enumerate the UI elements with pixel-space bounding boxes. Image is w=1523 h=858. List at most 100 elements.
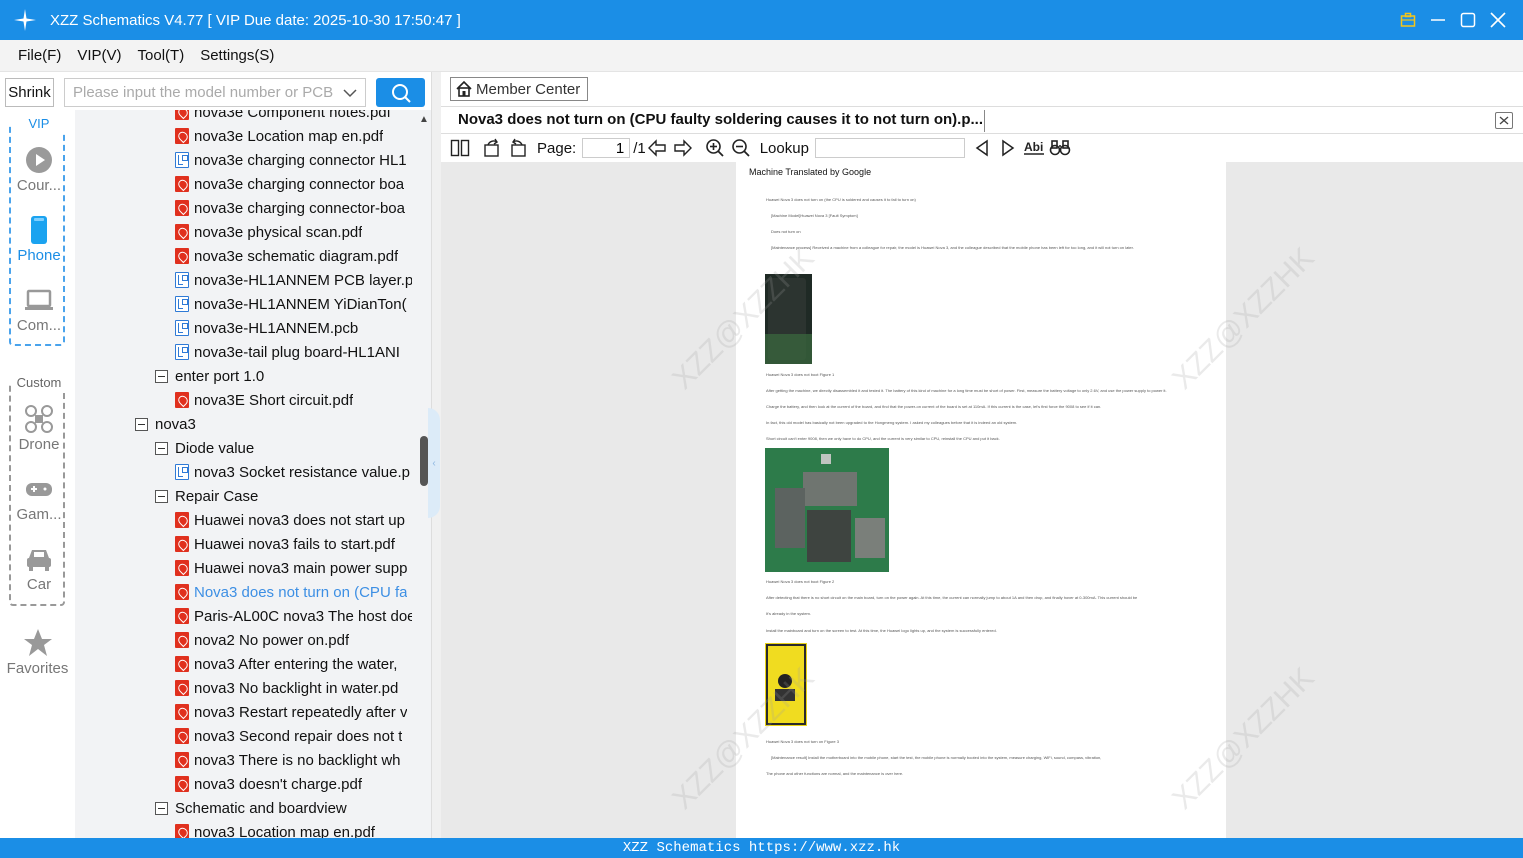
tree-file-item[interactable]: Paris-AL00C nova3 The host doe [175,604,412,628]
tree-file-item[interactable]: nova3e-tail plug board-HL1ANI [175,340,412,364]
tree-file-item[interactable]: nova3e charging connector boa [175,172,412,196]
tree-file-item[interactable]: Huawei nova3 main power supp [175,556,412,580]
tree-file-item[interactable]: nova3E Short circuit.pdf [175,388,412,412]
pdf-file-icon [175,248,189,264]
member-center-button[interactable]: Member Center [450,77,588,101]
scroll-up-icon[interactable]: ▲ [419,114,429,125]
zoom-in-icon[interactable] [704,137,726,159]
vip-category-group: VIP Cour... Phone Com... [9,116,67,346]
custom-category-group: Custom Drone Gam... Car [9,375,67,606]
tree-file-item[interactable]: Huawei nova3 does not start up [175,508,412,532]
pcb-file-icon [175,344,189,360]
tree-file-item[interactable]: nova3e Location map en.pdf [175,124,412,148]
pdf-viewer[interactable]: Machine Translated by Google Huawei Nova… [441,162,1523,838]
model-search-input[interactable] [73,84,335,101]
tree-file-item[interactable]: nova3 Location map en.pdf [175,820,412,838]
tree-file-item[interactable]: nova3 There is no backlight wh [175,748,412,772]
page-text-line: After getting the machine, we directly d… [766,388,1167,393]
zoom-out-icon[interactable] [730,137,752,159]
tree-file-item[interactable]: nova3e schematic diagram.pdf [175,244,412,268]
tree-file-item[interactable]: nova3 Second repair does not t [175,724,412,748]
tree-file-item[interactable]: nova3 Socket resistance value.p [175,460,412,484]
category-phone[interactable]: Phone [11,215,67,264]
maximize-button[interactable] [1453,0,1483,40]
tree-folder-node[interactable]: Schematic and boardview [155,796,412,820]
category-label: Drone [18,436,60,453]
tree-file-item[interactable]: nova3e charging connector HL1 [175,148,412,172]
close-button[interactable] [1483,0,1513,40]
close-document-icon[interactable] [1495,112,1513,129]
collapse-toggle-icon[interactable] [155,441,168,455]
tree-item-label: nova3E Short circuit.pdf [194,391,354,409]
pdf-file-icon [175,584,189,600]
tree-item-label: nova3e-HL1ANNEM.pcb [194,319,359,337]
find-next-icon[interactable] [997,137,1019,159]
collapse-toggle-icon[interactable] [155,489,168,503]
pdf-file-icon [175,224,189,240]
collapse-toggle-icon[interactable] [155,369,168,383]
page-text-line: [Machine Model]Huawei Nova 3 [Fault Symp… [771,213,858,218]
next-page-icon[interactable] [672,137,694,159]
tree-file-item[interactable]: nova2 No power on.pdf [175,628,412,652]
motherboard-photo-image [765,448,889,572]
pdf-file-icon [175,200,189,216]
tree-folder-node[interactable]: nova3 [135,412,412,436]
lookup-input[interactable] [814,138,965,158]
tree-folder-node[interactable]: enter port 1.0 [155,364,412,388]
find-previous-icon[interactable] [971,137,993,159]
menu-tool[interactable]: Tool(T) [130,47,193,64]
binoculars-icon[interactable] [1049,137,1071,159]
category-label: Cour... [16,177,62,194]
previous-page-icon[interactable] [646,137,668,159]
page-text-line: Huawei Nova 3 does not boot Figure 2 [766,579,835,584]
tree-file-item[interactable]: nova3 No backlight in water.pd [175,676,412,700]
rotate-left-icon[interactable] [481,137,503,159]
category-car[interactable]: Car [11,544,67,593]
menu-vip[interactable]: VIP(V) [69,47,129,64]
viewer-toolbar: Page: /1 Lookup Abi [441,134,1523,162]
page-number-input[interactable] [582,138,631,158]
pdf-file-icon [175,680,189,696]
category-course[interactable]: Cour... [11,145,67,194]
menu-settings[interactable]: Settings(S) [192,47,282,64]
document-area: Member Center Nova3 does not turn on (CP… [441,72,1523,838]
category-sidebar: VIP Cour... Phone Com... Custom Drone Ga… [0,110,75,838]
page-text-line: Huawei Nova 3 does not turn on (the CPU … [766,197,916,202]
collapse-toggle-icon[interactable] [135,417,148,431]
tree-item-label: Diode value [175,439,255,457]
collapse-panel-handle[interactable]: ‹ [428,408,440,518]
collapse-toggle-icon[interactable] [155,801,168,815]
pdf-file-icon [175,110,189,120]
tree-file-item[interactable]: nova3e-HL1ANNEM YiDianTon( [175,292,412,316]
category-computer[interactable]: Com... [11,285,67,334]
search-button[interactable] [376,78,425,107]
tree-file-item[interactable]: nova3e charging connector-boa [175,196,412,220]
rotate-right-icon[interactable] [507,137,529,159]
tree-folder-node[interactable]: Diode value [155,436,412,460]
tree-file-item[interactable]: nova3e-HL1ANNEM.pcb [175,316,412,340]
tree-file-item[interactable]: Nova3 does not turn on (CPU fa [175,580,412,604]
model-search-box[interactable] [64,78,366,107]
tree-file-item[interactable]: nova3e physical scan.pdf [175,220,412,244]
shrink-button[interactable]: Shrink [5,78,54,107]
pcb-file-icon [175,152,189,168]
tree-folder-node[interactable]: Repair Case [155,484,412,508]
menu-file[interactable]: File(F) [10,47,69,64]
match-case-icon[interactable]: Abi [1023,137,1045,159]
tree-file-item[interactable]: nova3e-HL1ANNEM PCB layer.p [175,268,412,292]
scrollbar-thumb[interactable] [420,436,428,486]
tree-file-item[interactable]: nova3 doesn't charge.pdf [175,772,412,796]
page-text-line: Install the mainboard and turn on the sc… [766,628,997,633]
tree-file-item[interactable]: nova3e Component notes.pdf [175,110,412,124]
briefcase-icon[interactable] [1393,0,1423,40]
favorites-button[interactable]: Favorites [0,628,75,677]
tree-file-item[interactable]: nova3 Restart repeatedly after v [175,700,412,724]
tree-file-item[interactable]: nova3 After entering the water, [175,652,412,676]
minimize-button[interactable] [1423,0,1453,40]
tree-file-item[interactable]: Huawei nova3 fails to start.pdf [175,532,412,556]
category-game[interactable]: Gam... [11,474,67,523]
two-page-icon[interactable] [449,137,471,159]
chevron-down-icon[interactable] [343,84,357,107]
category-drone[interactable]: Drone [11,404,67,453]
document-tab[interactable]: Nova3 does not turn on (CPU faulty solde… [458,111,983,128]
